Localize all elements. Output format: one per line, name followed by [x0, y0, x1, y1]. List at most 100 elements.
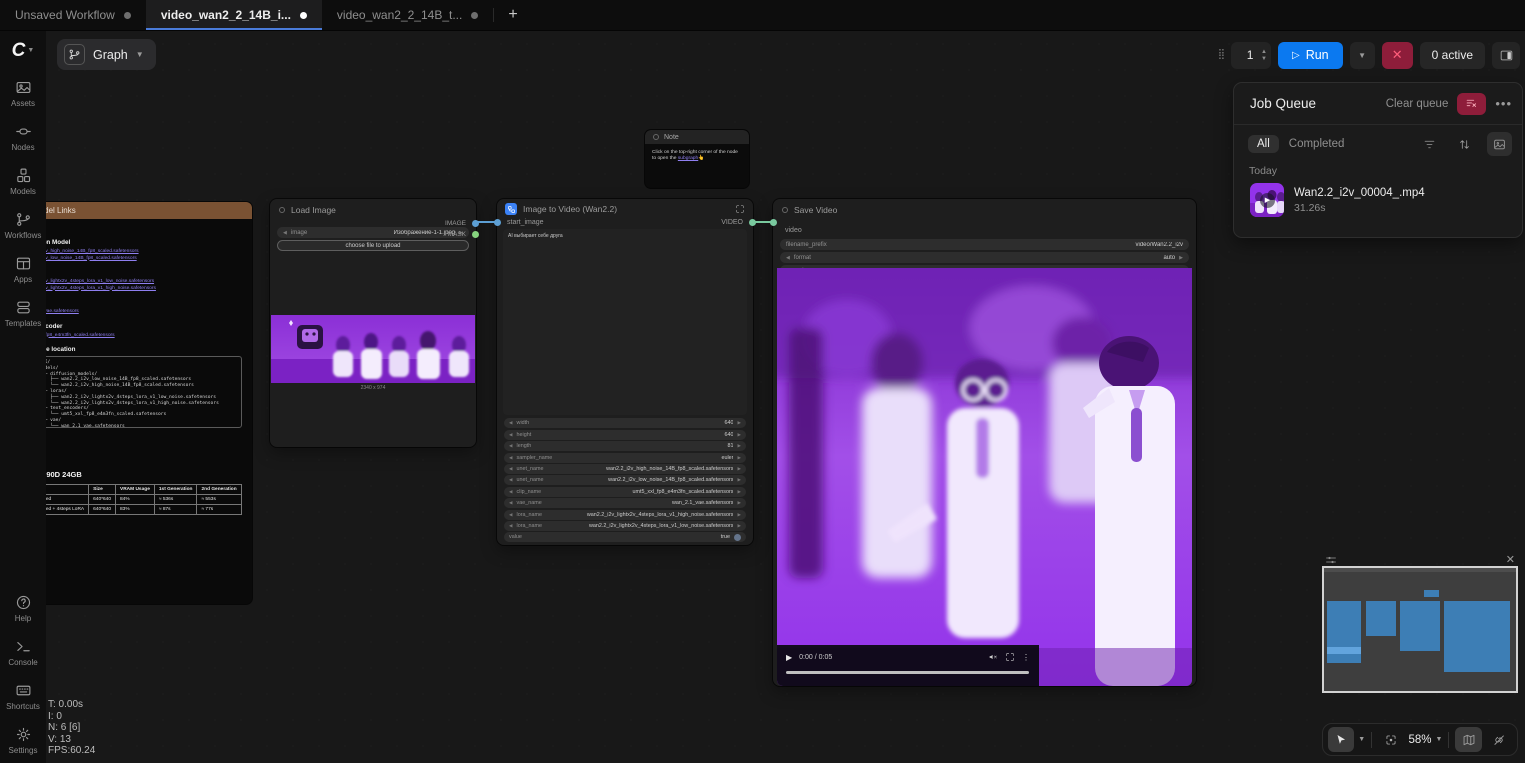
- load-image-node[interactable]: Load Image IMAGE MASK ◀ image Изображени…: [270, 199, 476, 447]
- minimap-viewport[interactable]: [1322, 566, 1518, 693]
- cancel-button[interactable]: ✕: [1382, 42, 1413, 69]
- comfyui-logo[interactable]: C ▼: [12, 41, 35, 60]
- note-header[interactable]: Note: [645, 130, 749, 144]
- node-header[interactable]: Load Image: [270, 199, 476, 218]
- batch-count-input[interactable]: 1 ▲▼: [1231, 42, 1271, 69]
- right-arrow-icon[interactable]: ▶: [737, 420, 741, 426]
- right-arrow-icon[interactable]: ▶: [737, 466, 741, 472]
- left-arrow-icon[interactable]: ◀: [509, 500, 513, 506]
- minimap-panel[interactable]: ✕: [1322, 555, 1518, 693]
- toggle-links-button[interactable]: [1486, 727, 1512, 752]
- minimap-toggle-button[interactable]: [1455, 727, 1481, 752]
- subgraph-link[interactable]: subgraph: [678, 156, 698, 161]
- unsaved-dot-icon[interactable]: [471, 12, 478, 19]
- video-progress-bar[interactable]: [786, 671, 1029, 674]
- left-arrow-icon[interactable]: ◀: [509, 455, 513, 461]
- format-widget[interactable]: ◀ format auto ▶: [780, 252, 1189, 263]
- unsaved-dot-icon[interactable]: [124, 12, 131, 19]
- model-link[interactable]: umt5_xxl_fp8_e4m3fn_scaled.safetensors: [46, 333, 242, 340]
- sidebar-item-assets[interactable]: Assets: [0, 72, 46, 116]
- video-output-dot[interactable]: [749, 219, 756, 226]
- right-arrow-icon[interactable]: ▶: [737, 489, 741, 495]
- sidebar-item-shortcuts[interactable]: Shortcuts: [0, 675, 46, 719]
- right-arrow-icon[interactable]: ▶: [737, 443, 741, 449]
- right-arrow-icon[interactable]: ▶: [737, 455, 741, 461]
- image-to-video-node[interactable]: Image to Video (Wan2.2) start_image VIDE…: [497, 199, 753, 545]
- save-video-node[interactable]: Save Video video filename_prefix video/W…: [773, 199, 1196, 686]
- choose-file-button[interactable]: choose file to upload: [277, 240, 469, 251]
- unet-low-widget[interactable]: ◀unet_namewan2.2_i2v_low_noise_14B_fp8_s…: [504, 475, 746, 485]
- collapse-dot-icon[interactable]: [653, 134, 659, 140]
- right-arrow-icon[interactable]: ▶: [737, 432, 741, 438]
- right-arrow-icon[interactable]: ▶: [737, 500, 741, 506]
- lora-high-widget[interactable]: ◀lora_namewan2.2_i2v_lightx2v_4steps_lor…: [504, 510, 746, 520]
- length-widget[interactable]: ◀length81▶: [504, 441, 746, 451]
- node-header[interactable]: Save Video: [773, 199, 1196, 218]
- filter-completed[interactable]: Completed: [1289, 138, 1407, 150]
- select-tool-button[interactable]: [1328, 727, 1354, 752]
- filter-button[interactable]: [1417, 132, 1442, 156]
- unsaved-dot-icon[interactable]: [300, 12, 307, 19]
- sidebar-item-nodes[interactable]: Nodes: [0, 116, 46, 160]
- mask-output-dot[interactable]: [472, 231, 479, 238]
- note-node[interactable]: Note Click on the top-right corner of th…: [645, 130, 749, 188]
- sidebar-item-console[interactable]: Console: [0, 631, 46, 675]
- model-link[interactable]: wan2.2_i2v_low_noise_14B_fp8_scaled.safe…: [46, 256, 242, 263]
- clear-queue-button[interactable]: [1457, 93, 1486, 115]
- toggle-panel-button[interactable]: [1492, 42, 1520, 69]
- sampler-widget[interactable]: ◀sampler_nameeuler▶: [504, 453, 746, 463]
- collapse-dot-icon[interactable]: [279, 207, 285, 213]
- left-arrow-icon[interactable]: ◀: [509, 443, 513, 449]
- open-subgraph-icon[interactable]: [735, 204, 745, 214]
- filename-prefix-widget[interactable]: filename_prefix video/Wan2.2_i2v: [780, 239, 1189, 250]
- right-arrow-icon[interactable]: ▶: [1179, 255, 1183, 261]
- run-options-button[interactable]: ▼: [1350, 42, 1375, 69]
- sidebar-item-settings[interactable]: Settings: [0, 719, 46, 763]
- fullscreen-icon[interactable]: [1005, 652, 1015, 662]
- model-link[interactable]: wan_2.1_vae.safetensors: [46, 309, 242, 316]
- right-arrow-icon[interactable]: ▶: [737, 512, 741, 518]
- left-arrow-icon[interactable]: ◀: [509, 489, 513, 495]
- clip-widget[interactable]: ◀clip_nameumt5_xxl_fp8_e4m3fn_scaled.saf…: [504, 487, 746, 497]
- graph-canvas[interactable]: Graph ▼ Model Links Diffusion Model wan2…: [46, 31, 1525, 763]
- image-output-dot[interactable]: [472, 220, 479, 227]
- tab-video-wan2-2-14b-i2v[interactable]: video_wan2_2_14B_i...: [146, 0, 322, 30]
- tab-unsaved-workflow[interactable]: Unsaved Workflow: [0, 0, 146, 30]
- left-arrow-icon[interactable]: ◀: [786, 255, 790, 261]
- zoom-level[interactable]: 58%: [1408, 734, 1431, 746]
- model-links-note-node[interactable]: Model Links Diffusion Model wan2.2_i2v_h…: [46, 202, 252, 604]
- mute-icon[interactable]: [988, 652, 998, 662]
- value-toggle-widget[interactable]: valuetrue: [504, 532, 746, 542]
- zoom-dropdown-icon[interactable]: ▼: [1436, 736, 1443, 743]
- model-link[interactable]: wan2.2_i2v_lightx2v_4steps_lora_v1_high_…: [46, 286, 242, 293]
- filter-all-chip[interactable]: All: [1248, 135, 1279, 153]
- left-arrow-icon[interactable]: ◀: [509, 512, 513, 518]
- tool-dropdown-icon[interactable]: ▼: [1358, 736, 1365, 743]
- video-menu-icon[interactable]: ⋮: [1022, 653, 1030, 662]
- start-image-input-dot[interactable]: [494, 219, 501, 226]
- sort-button[interactable]: [1452, 132, 1477, 156]
- node-header[interactable]: Image to Video (Wan2.2): [497, 199, 753, 217]
- left-arrow-icon[interactable]: ◀: [509, 432, 513, 438]
- lora-low-widget[interactable]: ◀lora_namewan2.2_i2v_lightx2v_4steps_lor…: [504, 521, 746, 531]
- result-thumbnail[interactable]: ▶: [1250, 183, 1284, 217]
- gallery-view-button[interactable]: [1487, 132, 1512, 156]
- minimap-close-icon[interactable]: ✕: [1506, 553, 1515, 566]
- toggle-knob[interactable]: [734, 534, 741, 541]
- fit-view-button[interactable]: [1378, 727, 1404, 752]
- video-input-dot[interactable]: [770, 219, 777, 226]
- graph-breadcrumb[interactable]: Graph ▼: [57, 39, 156, 70]
- vae-widget[interactable]: ◀vae_namewan_2.1_vae.safetensors▶: [504, 498, 746, 508]
- left-arrow-icon[interactable]: ◀: [509, 523, 513, 529]
- more-options-icon[interactable]: •••: [1495, 96, 1512, 111]
- sidebar-item-help[interactable]: Help: [0, 587, 46, 631]
- left-arrow-icon[interactable]: ◀: [509, 420, 513, 426]
- unet-high-widget[interactable]: ◀unet_namewan2.2_i2v_high_noise_14B_fp8_…: [504, 464, 746, 474]
- prompt-textarea[interactable]: AI выбирает себе друга: [503, 229, 747, 415]
- image-preview[interactable]: [271, 315, 475, 383]
- job-queue-item[interactable]: ▶ Wan2.2_i2v_00004_.mp4 31.26s: [1234, 181, 1522, 217]
- image-filename-widget[interactable]: ◀ image Изображение-1-1.jpeg ▶: [277, 227, 469, 238]
- right-arrow-icon[interactable]: ▶: [737, 523, 741, 529]
- sidebar-item-workflows[interactable]: Workflows: [0, 204, 46, 248]
- left-arrow-icon[interactable]: ◀: [509, 477, 513, 483]
